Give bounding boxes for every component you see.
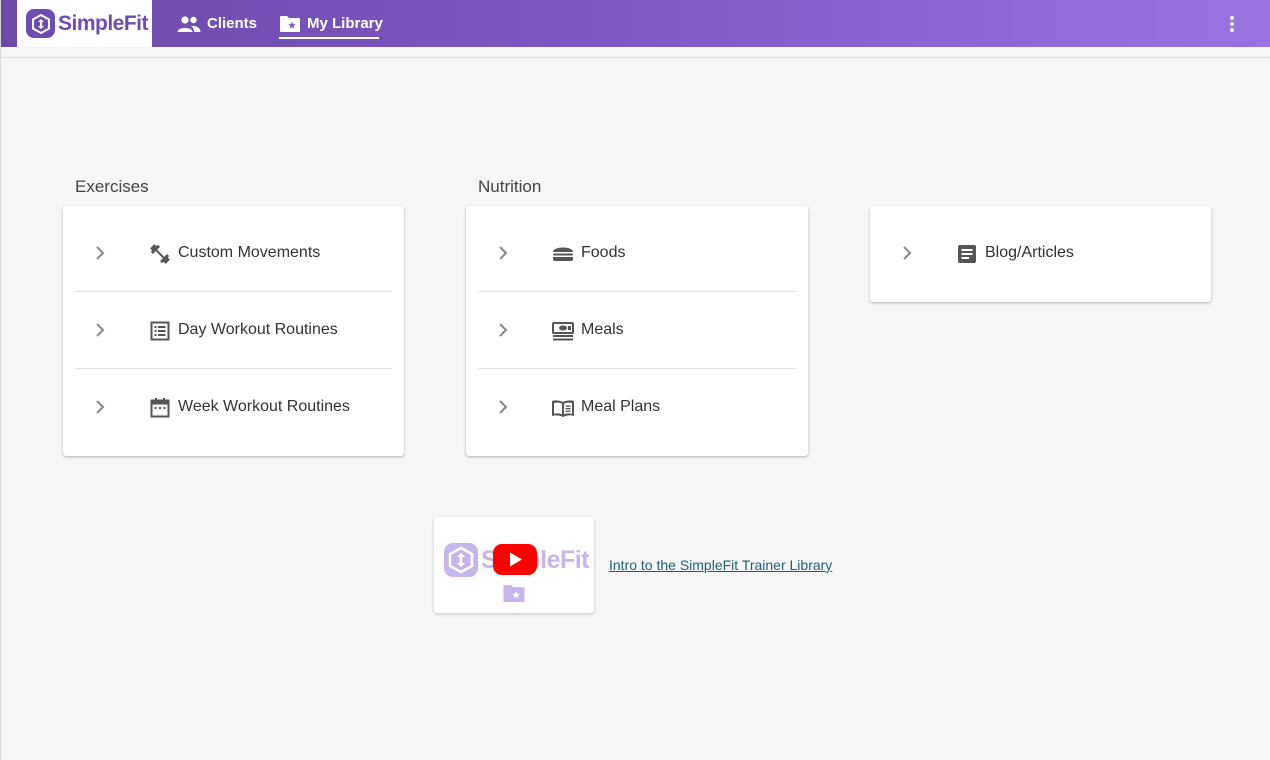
calendar-icon: [150, 398, 170, 418]
exercises-card: Custom Movements Day Workout Routines We…: [63, 206, 404, 456]
list-item-label: Blog/Articles: [985, 244, 1074, 261]
list-item-day-workout-routines[interactable]: Day Workout Routines: [75, 292, 392, 369]
list-item-label: Meals: [581, 321, 624, 338]
folder-star-icon: [280, 15, 300, 32]
logo-text: SimpleFit: [58, 11, 149, 35]
list-item-custom-movements[interactable]: Custom Movements: [75, 215, 392, 292]
list-item-label: Week Workout Routines: [178, 398, 350, 415]
nutrition-section-title: Nutrition: [478, 177, 542, 196]
simplefit-logo-badge-icon: [444, 543, 478, 577]
more-vert-icon[interactable]: [1222, 12, 1242, 36]
article-icon: [958, 245, 976, 263]
list-item-label: Meal Plans: [581, 398, 661, 415]
people-icon: [177, 15, 201, 32]
list-item-meal-plans[interactable]: Meal Plans: [478, 369, 796, 446]
header-divider: [1, 57, 1270, 58]
chevron-right-icon: [96, 400, 105, 414]
dumbbell-icon: [150, 244, 170, 264]
list-item-blog-articles[interactable]: Blog/Articles: [882, 215, 1199, 292]
list-item-label: Custom Movements: [178, 244, 321, 261]
folder-star-icon: [503, 585, 525, 602]
list-icon: [150, 321, 170, 341]
nav-clients[interactable]: Clients: [177, 0, 257, 47]
nav-my-library-label: My Library: [307, 15, 383, 32]
list-item-label: Foods: [581, 244, 626, 261]
logo-badge-icon: [26, 9, 55, 38]
top-app-bar: SimpleFit Clients My Library: [1, 0, 1270, 47]
active-tab-indicator: [279, 37, 379, 39]
chevron-right-icon: [96, 246, 105, 260]
logo[interactable]: SimpleFit: [17, 0, 152, 47]
list-item-meals[interactable]: Meals: [478, 292, 796, 369]
intro-video-link[interactable]: Intro to the SimpleFit Trainer Library: [609, 557, 832, 573]
list-item-week-workout-routines[interactable]: Week Workout Routines: [75, 369, 392, 446]
list-item-foods[interactable]: Foods: [478, 215, 796, 292]
youtube-play-icon: [493, 544, 537, 575]
chevron-right-icon: [499, 323, 508, 337]
meal-icon: [552, 322, 574, 341]
book-icon: [552, 400, 574, 417]
exercises-section-title: Exercises: [75, 177, 149, 196]
chevron-right-icon: [903, 246, 912, 260]
chevron-right-icon: [96, 323, 105, 337]
nutrition-card: Foods Meals Meal Plans: [466, 206, 808, 456]
chevron-right-icon: [499, 246, 508, 260]
chevron-right-icon: [499, 400, 508, 414]
blog-card: Blog/Articles: [870, 206, 1211, 302]
burger-icon: [553, 247, 573, 261]
nav-clients-label: Clients: [207, 15, 258, 32]
video-thumbnail[interactable]: SimpleFit: [434, 517, 594, 613]
nav-my-library[interactable]: My Library: [279, 0, 383, 47]
list-item-label: Day Workout Routines: [178, 321, 338, 338]
